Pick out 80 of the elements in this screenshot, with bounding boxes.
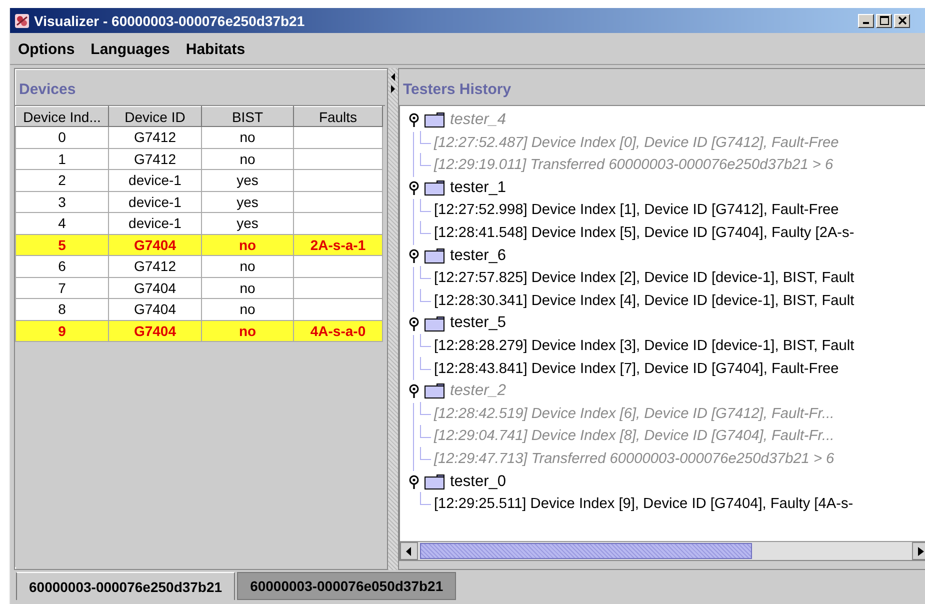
column-header[interactable]: Device ID: [108, 106, 202, 126]
panel-title: Testers History: [402, 80, 512, 100]
scroll-thumb[interactable]: [420, 543, 752, 559]
table-cell: G7412: [108, 126, 202, 148]
right-arrow-icon: [918, 546, 924, 556]
expand-handle-icon[interactable]: [408, 248, 420, 263]
table-cell: 4: [16, 212, 108, 234]
table-cell: 7: [16, 277, 108, 298]
table-cell: 2A-s-a-1: [294, 234, 382, 256]
table-cell: G7404: [108, 234, 202, 256]
expand-handle-icon[interactable]: [408, 113, 420, 128]
table-cell: device-1: [108, 212, 202, 234]
table-cell: 2: [16, 170, 108, 191]
minimize-button[interactable]: [858, 14, 874, 28]
close-icon: [898, 16, 906, 25]
expand-handle-icon[interactable]: [408, 384, 420, 398]
folder-icon: [424, 248, 446, 264]
folder-icon: [424, 316, 446, 332]
table-cell: no: [202, 256, 294, 277]
scroll-right-button[interactable]: [912, 542, 925, 560]
scroll-left-button[interactable]: [400, 542, 418, 560]
table-cell: no: [202, 148, 294, 170]
maximize-button[interactable]: [876, 14, 892, 28]
column-header[interactable]: Device Ind...: [16, 106, 108, 126]
collapse-arrows-icon[interactable]: [390, 72, 396, 94]
expand-handle-icon[interactable]: [408, 181, 420, 196]
table-cell: G7404: [108, 277, 202, 298]
table-cell: no: [202, 126, 294, 148]
table-cell: no: [202, 320, 294, 342]
table-cell: device-1: [108, 191, 202, 212]
table-cell: G7404: [108, 320, 202, 342]
folder-icon: [424, 474, 446, 490]
tree-node[interactable]: tester_0: [450, 470, 506, 494]
tree-leaf[interactable]: [12:27:52.998] Device Index [1], Device ID [G7412], Fault-Free: [434, 199, 839, 222]
table-cell: 1: [16, 148, 108, 170]
tree-leaf[interactable]: [12:29:25.511] Device Index [9], Device ID [G7404], Faulty [4A-s-: [434, 493, 854, 516]
table-cell: 9: [16, 320, 108, 342]
panel-title: Devices: [18, 80, 77, 100]
tree-leaf[interactable]: [12:27:57.825] Device Index [2], Device ID [device-1], BIST, Fault: [434, 267, 854, 290]
tree-leaf[interactable]: [12:28:30.341] Device Index [4], Device ID [device-1], BIST, Fault: [434, 290, 854, 312]
table-cell: 4A-s-a-0: [294, 320, 382, 342]
table-cell: G7404: [108, 298, 202, 320]
tree-node[interactable]: tester_1: [450, 176, 506, 200]
menu-item[interactable]: Habitats: [186, 41, 246, 58]
table-cell: no: [202, 298, 294, 320]
horizontal-scrollbar[interactable]: [400, 541, 925, 560]
maximize-icon: [880, 16, 888, 25]
column-header[interactable]: BIST: [202, 106, 294, 126]
folder-icon: [424, 383, 446, 400]
table-cell: no: [202, 234, 294, 256]
table-cell: G7412: [108, 148, 202, 170]
table-cell: 3: [16, 191, 108, 212]
tree-leaf[interactable]: [12:28:43.841] Device Index [7], Device ID [G7404], Fault-Free: [434, 358, 839, 380]
table-cell: 6: [16, 256, 108, 277]
left-arrow-icon: [406, 546, 412, 556]
window-title: Visualizer - 60000003-000076e250d37b21: [34, 12, 306, 28]
table-cell: no: [202, 277, 294, 298]
table-cell: G7412: [108, 256, 202, 277]
table-cell: yes: [202, 170, 294, 191]
table-cell: 5: [16, 234, 108, 256]
tree-node[interactable]: tester_5: [450, 312, 506, 335]
expand-handle-icon[interactable]: [408, 474, 420, 489]
tab[interactable]: 60000003-000076e050d37b21: [237, 572, 456, 600]
close-button[interactable]: [894, 14, 910, 28]
table-cell: yes: [202, 212, 294, 234]
column-header[interactable]: Faults: [294, 106, 382, 126]
app-icon: [14, 12, 30, 28]
tree-node[interactable]: tester_6: [450, 244, 506, 268]
table-cell: yes: [202, 191, 294, 212]
menu-item[interactable]: Languages: [90, 41, 170, 58]
expand-handle-icon[interactable]: [408, 316, 420, 331]
table-cell: 8: [16, 298, 108, 320]
table-cell: device-1: [108, 170, 202, 191]
tree-leaf[interactable]: [12:28:41.548] Device Index [5], Device ID [G7404], Faulty [2A-s-: [434, 222, 854, 245]
tree-leaf[interactable]: [12:28:28.279] Device Index [3], Device ID [device-1], BIST, Fault: [434, 334, 854, 358]
tab[interactable]: 60000003-000076e250d37b21: [16, 572, 236, 600]
folder-icon: [424, 112, 446, 128]
table-cell: 0: [16, 126, 108, 148]
folder-icon: [424, 180, 446, 196]
menu-item[interactable]: Options: [18, 41, 75, 58]
